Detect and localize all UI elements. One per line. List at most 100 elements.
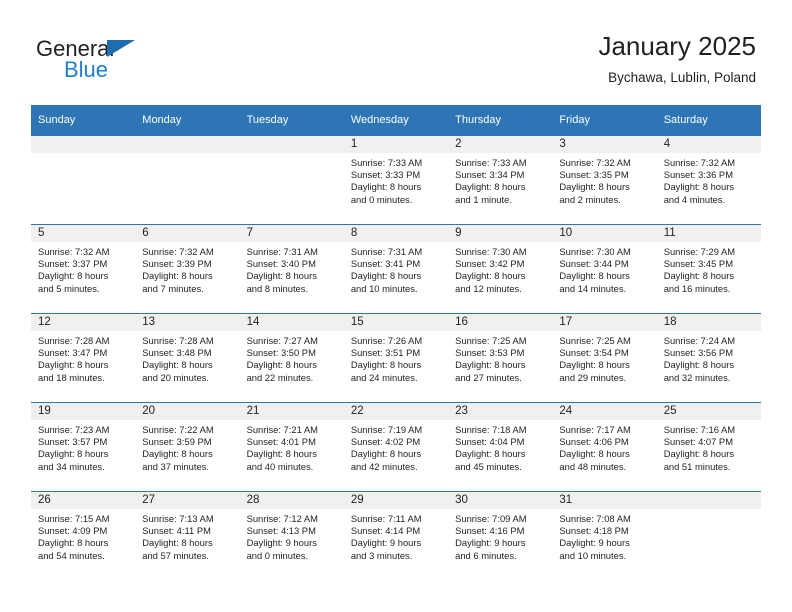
day-cell-inner: 29 Sunrise: 7:11 AM Sunset: 4:14 PM Dayligh…	[343, 492, 449, 580]
day-cell-inner: 15 Sunrise: 7:26 AM Sunset: 3:51 PM Dayligh…	[343, 314, 449, 402]
calendar-day-cell[interactable]: 11 Sunrise: 7:29 AM Sunset: 3:45 PM Dayligh…	[656, 224, 761, 314]
day-number	[135, 136, 240, 153]
day-cell-details: Sunrise: 7:22 AM Sunset: 3:59 PM Daylight:…	[135, 420, 239, 473]
day-number: 3	[552, 136, 657, 153]
day-cell-details: Sunrise: 7:30 AM Sunset: 3:42 PM Daylight:…	[448, 242, 552, 295]
calendar-day-cell[interactable]: 3 Sunrise: 7:32 AM Sunset: 3:35 PM Daylight…	[552, 135, 657, 225]
calendar-day-cell[interactable]: 23 Sunrise: 7:18 AM Sunset: 4:04 PM Dayligh…	[448, 402, 553, 492]
daylight-text-line2: and 4 minutes.	[663, 193, 726, 205]
calendar-day-cell[interactable]: 25 Sunrise: 7:16 AM Sunset: 4:07 PM Dayligh…	[656, 402, 761, 492]
calendar-day-cell[interactable]: 20 Sunrise: 7:22 AM Sunset: 3:59 PM Dayligh…	[135, 402, 240, 492]
day-cell-inner: 21 Sunrise: 7:21 AM Sunset: 4:01 PM Dayligh…	[239, 403, 344, 491]
calendar-day-cell[interactable]: 29 Sunrise: 7:11 AM Sunset: 4:14 PM Dayligh…	[343, 491, 449, 580]
calendar-header-row: Sunday Monday Tuesday Wednesday Thursday…	[31, 105, 761, 136]
daylight-text-line2: and 0 minutes.	[246, 549, 309, 561]
calendar-day-cell[interactable]: 14 Sunrise: 7:27 AM Sunset: 3:50 PM Dayligh…	[239, 313, 344, 403]
day-cell-inner: 7 Sunrise: 7:31 AM Sunset: 3:40 PM Daylight…	[239, 225, 344, 313]
day-cell-details: Sunrise: 7:29 AM Sunset: 3:45 PM Daylight:…	[657, 242, 761, 295]
day-number: 22	[343, 403, 449, 420]
day-cell-inner: 2 Sunrise: 7:33 AM Sunset: 3:34 PM Daylight…	[448, 136, 553, 224]
calendar-day-cell[interactable]: 4 Sunrise: 7:32 AM Sunset: 3:36 PM Daylight…	[656, 135, 761, 225]
sunrise-text: Sunrise: 7:28 AM	[38, 335, 110, 346]
calendar-day-cell[interactable]: 7 Sunrise: 7:31 AM Sunset: 3:40 PM Daylight…	[239, 224, 344, 314]
weekday-header-friday: Friday	[552, 105, 657, 136]
daylight-text-line1: Daylight: 8 hours	[142, 537, 213, 549]
day-number: 5	[31, 225, 136, 242]
calendar-day-cell[interactable]: 5 Sunrise: 7:32 AM Sunset: 3:37 PM Daylight…	[31, 224, 136, 314]
day-cell-details: Sunrise: 7:19 AM Sunset: 4:02 PM Daylight:…	[344, 420, 448, 473]
calendar-day-cell[interactable]: 1 Sunrise: 7:33 AM Sunset: 3:33 PM Daylight…	[343, 135, 449, 225]
calendar-day-cell[interactable]: 17 Sunrise: 7:25 AM Sunset: 3:54 PM Dayligh…	[552, 313, 657, 403]
calendar-day-cell[interactable]: 12 Sunrise: 7:28 AM Sunset: 3:47 PM Dayligh…	[31, 313, 136, 403]
sunset-text: Sunset: 3:54 PM	[559, 347, 629, 359]
calendar-day-cell[interactable]: 28 Sunrise: 7:12 AM Sunset: 4:13 PM Dayligh…	[239, 491, 344, 580]
day-number: 16	[448, 314, 553, 331]
calendar-week-row: 12 Sunrise: 7:28 AM Sunset: 3:47 PM Dayligh…	[31, 313, 761, 403]
calendar-day-cell[interactable]: 16 Sunrise: 7:25 AM Sunset: 3:53 PM Dayligh…	[448, 313, 553, 403]
calendar-day-cell[interactable]: 18 Sunrise: 7:24 AM Sunset: 3:56 PM Dayligh…	[656, 313, 761, 403]
sunrise-text: Sunrise: 7:12 AM	[246, 513, 318, 524]
daylight-text-line1: Daylight: 8 hours	[38, 359, 109, 371]
day-cell-inner: 12 Sunrise: 7:28 AM Sunset: 3:47 PM Dayligh…	[31, 314, 136, 402]
calendar-day-cell[interactable]: 30 Sunrise: 7:09 AM Sunset: 4:16 PM Dayligh…	[448, 491, 553, 580]
day-number: 24	[552, 403, 657, 420]
daylight-text-line2: and 10 minutes.	[350, 282, 418, 294]
calendar-day-cell[interactable]: 21 Sunrise: 7:21 AM Sunset: 4:01 PM Dayligh…	[239, 402, 344, 492]
sunset-text: Sunset: 3:42 PM	[455, 258, 525, 270]
daylight-text-line1: Daylight: 8 hours	[246, 448, 317, 460]
calendar-day-cell[interactable]: 22 Sunrise: 7:19 AM Sunset: 4:02 PM Dayligh…	[343, 402, 449, 492]
calendar-day-cell[interactable]: 9 Sunrise: 7:30 AM Sunset: 3:42 PM Daylight…	[448, 224, 553, 314]
calendar-day-cell[interactable]: 24 Sunrise: 7:17 AM Sunset: 4:06 PM Dayligh…	[552, 402, 657, 492]
day-cell-details: Sunrise: 7:33 AM Sunset: 3:34 PM Daylight:…	[448, 153, 552, 206]
sunrise-text: Sunrise: 7:24 AM	[663, 335, 736, 346]
daylight-text-line1: Daylight: 8 hours	[455, 270, 526, 282]
calendar-table: Sunday Monday Tuesday Wednesday Thursday…	[31, 105, 761, 580]
sunset-text: Sunset: 4:01 PM	[246, 436, 316, 448]
sunrise-text: Sunrise: 7:32 AM	[559, 157, 631, 168]
calendar-day-cell[interactable]: 6 Sunrise: 7:32 AM Sunset: 3:39 PM Daylight…	[135, 224, 240, 314]
day-cell-details: Sunrise: 7:11 AM Sunset: 4:14 PM Daylight:…	[344, 509, 448, 562]
sunset-text: Sunset: 3:40 PM	[246, 258, 316, 270]
calendar-day-cell[interactable]: 19 Sunrise: 7:23 AM Sunset: 3:57 PM Dayligh…	[31, 402, 136, 492]
calendar-day-cell[interactable]: 2 Sunrise: 7:33 AM Sunset: 3:34 PM Daylight…	[448, 135, 553, 225]
daylight-text-line2: and 42 minutes.	[350, 460, 418, 472]
day-cell-details: Sunrise: 7:08 AM Sunset: 4:18 PM Daylight:…	[552, 509, 656, 562]
calendar-day-cell[interactable]: 13 Sunrise: 7:28 AM Sunset: 3:48 PM Dayligh…	[135, 313, 240, 403]
daylight-text-line2: and 6 minutes.	[455, 549, 517, 561]
calendar-day-cell[interactable]: 31 Sunrise: 7:08 AM Sunset: 4:18 PM Dayligh…	[552, 491, 657, 580]
sunrise-text: Sunrise: 7:19 AM	[350, 424, 423, 435]
day-cell-inner: 26 Sunrise: 7:15 AM Sunset: 4:09 PM Dayligh…	[31, 492, 136, 580]
weekday-header-thursday: Thursday	[448, 105, 553, 136]
day-cell-inner: 22 Sunrise: 7:19 AM Sunset: 4:02 PM Dayligh…	[343, 403, 449, 491]
day-cell-details: Sunrise: 7:21 AM Sunset: 4:01 PM Daylight:…	[240, 420, 344, 473]
daylight-text-line2: and 14 minutes.	[559, 282, 627, 294]
day-number	[239, 136, 344, 153]
calendar-day-cell[interactable]: 8 Sunrise: 7:31 AM Sunset: 3:41 PM Daylight…	[343, 224, 449, 314]
daylight-text-line2: and 48 minutes.	[559, 460, 627, 472]
title-block: January 2025 Bychawa, Lublin, Poland	[598, 30, 756, 88]
calendar-day-cell-empty	[656, 491, 761, 580]
daylight-text-line2: and 18 minutes.	[38, 371, 105, 383]
sunrise-text: Sunrise: 7:21 AM	[246, 424, 318, 435]
calendar-day-cell[interactable]: 10 Sunrise: 7:30 AM Sunset: 3:44 PM Dayligh…	[552, 224, 657, 314]
day-cell-inner: 3 Sunrise: 7:32 AM Sunset: 3:35 PM Daylight…	[552, 136, 657, 224]
sunrise-text: Sunrise: 7:31 AM	[246, 246, 318, 257]
sunset-text: Sunset: 4:11 PM	[142, 525, 211, 537]
day-cell-inner: 31 Sunrise: 7:08 AM Sunset: 4:18 PM Dayligh…	[552, 492, 657, 580]
calendar-day-cell[interactable]: 27 Sunrise: 7:13 AM Sunset: 4:11 PM Dayligh…	[135, 491, 240, 580]
calendar-week-row: 26 Sunrise: 7:15 AM Sunset: 4:09 PM Dayligh…	[31, 491, 761, 580]
calendar-day-cell[interactable]: 15 Sunrise: 7:26 AM Sunset: 3:51 PM Dayligh…	[343, 313, 449, 403]
sunset-text: Sunset: 3:57 PM	[38, 436, 108, 448]
daylight-text-line2: and 32 minutes.	[663, 371, 731, 383]
day-cell-inner	[656, 492, 761, 580]
calendar-day-cell[interactable]: 26 Sunrise: 7:15 AM Sunset: 4:09 PM Dayligh…	[31, 491, 136, 580]
sunset-text: Sunset: 4:04 PM	[455, 436, 525, 448]
day-number: 29	[343, 492, 449, 509]
sunset-text: Sunset: 3:34 PM	[455, 169, 525, 181]
daylight-text-line2: and 57 minutes.	[142, 549, 209, 561]
daylight-text-line1: Daylight: 8 hours	[246, 359, 317, 371]
sunset-text: Sunset: 3:41 PM	[350, 258, 421, 270]
daylight-text-line1: Daylight: 8 hours	[455, 448, 526, 460]
calendar-week-row: 1 Sunrise: 7:33 AM Sunset: 3:33 PM Daylight…	[31, 135, 761, 225]
weekday-header-wednesday: Wednesday	[343, 105, 449, 136]
